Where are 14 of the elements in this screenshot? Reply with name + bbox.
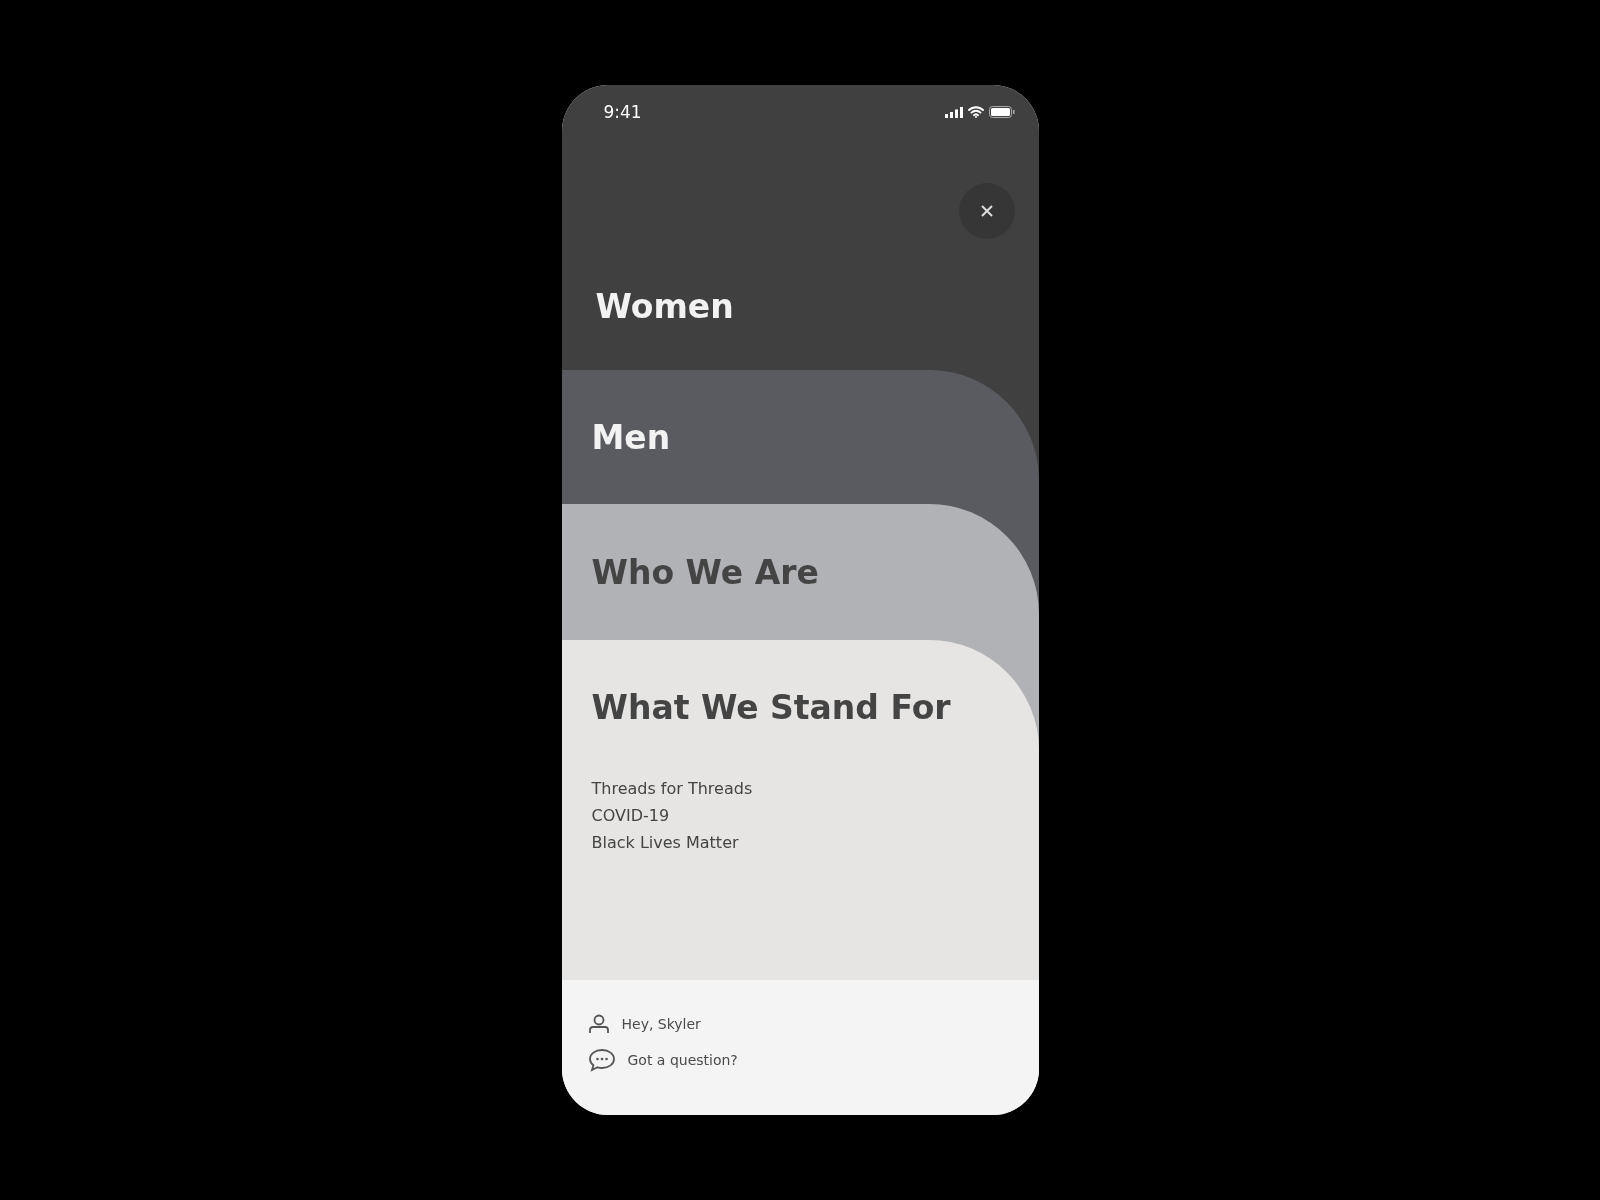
wifi-icon [967, 106, 984, 118]
footer-link[interactable]: Got a question? [627, 1052, 738, 1068]
menu-item[interactable]: What We Stand For [591, 688, 1009, 727]
status-time: 9:41 [603, 102, 642, 122]
battery-icon [988, 106, 1015, 118]
submenu-link[interactable]: Threads for Threads [591, 779, 1009, 798]
chat-bubble-icon [587, 1048, 616, 1072]
person-icon [587, 1014, 610, 1034]
signal-icon [944, 106, 963, 118]
menu-item[interactable]: Women [595, 287, 1015, 326]
submenu-link[interactable]: Black Lives Matter [591, 833, 1009, 852]
footer-link[interactable]: Hey, Skyler [621, 1016, 701, 1032]
submenu-link[interactable]: COVID-19 [591, 806, 1009, 825]
close-icon [980, 205, 993, 217]
